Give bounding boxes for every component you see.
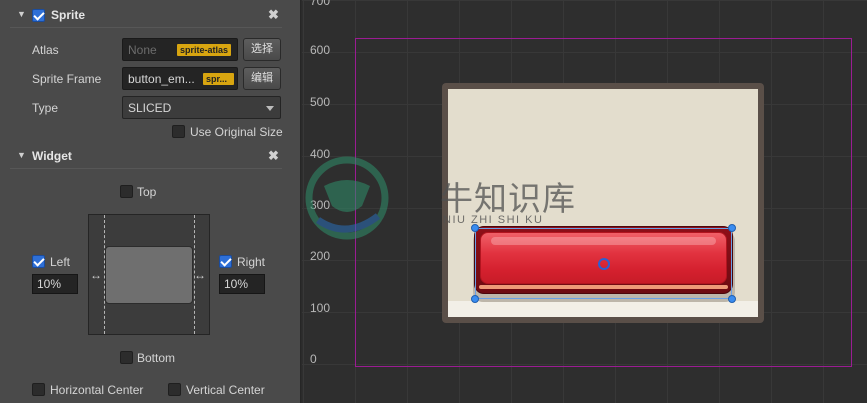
- anchor-point-icon[interactable]: [598, 258, 610, 270]
- vertical-center-checkbox[interactable]: [168, 383, 181, 396]
- y-axis-label: 300: [310, 198, 331, 212]
- atlas-field[interactable]: None sprite-atlas: [122, 38, 238, 61]
- y-axis-label: 700: [310, 0, 331, 8]
- sprite-frame-value: button_em...: [128, 72, 195, 86]
- y-axis-label: 100: [310, 301, 331, 315]
- widget-title: Widget: [32, 149, 72, 163]
- widget-target-box: [105, 246, 193, 304]
- collapse-arrow-icon[interactable]: ▼: [17, 150, 26, 160]
- collapse-arrow-icon[interactable]: ▼: [17, 9, 26, 19]
- sprite-frame-label: Sprite Frame: [32, 72, 102, 86]
- atlas-select-button[interactable]: 选择: [243, 38, 281, 61]
- atlas-type-tag: sprite-atlas: [177, 44, 232, 56]
- use-original-size-label: Use Original Size: [190, 125, 283, 139]
- sprite-frame-type-tag: spr...: [203, 73, 234, 85]
- left-margin-arrow-icon: ↔: [90, 268, 102, 282]
- remove-sprite-icon[interactable]: ✖: [268, 7, 279, 23]
- background-panel-bottom: [448, 301, 758, 317]
- top-checkbox[interactable]: [120, 185, 133, 198]
- widget-alignment-diagram: [88, 214, 210, 335]
- y-axis-label: 500: [310, 95, 331, 109]
- left-label: Left: [50, 255, 71, 269]
- widget-component-header[interactable]: ▼ Widget ✖: [0, 145, 300, 167]
- use-original-size-checkbox[interactable]: [172, 125, 185, 138]
- sprite-frame-field[interactable]: button_em... spr...: [122, 67, 238, 90]
- chevron-down-icon: [266, 106, 274, 111]
- resize-handle-top-left[interactable]: [471, 224, 479, 232]
- sprite-enabled-checkbox[interactable]: [32, 9, 45, 22]
- inspector-panel: ▼ Sprite ✖ Atlas None sprite-atlas 选择 Sp…: [0, 0, 301, 403]
- bottom-checkbox[interactable]: [120, 351, 133, 364]
- resize-handle-bottom-right[interactable]: [728, 295, 736, 303]
- remove-widget-icon[interactable]: ✖: [268, 148, 279, 164]
- type-value: SLICED: [128, 101, 172, 115]
- horizontal-center-checkbox[interactable]: [32, 383, 45, 396]
- bottom-label: Bottom: [137, 351, 176, 365]
- divider: [10, 27, 282, 28]
- right-margin-arrow-icon: ↔: [194, 268, 206, 282]
- sprite-title: Sprite: [51, 8, 86, 22]
- divider: [10, 168, 282, 169]
- type-dropdown[interactable]: SLICED: [122, 96, 281, 119]
- y-axis-label: 600: [310, 43, 331, 57]
- left-checkbox[interactable]: [32, 255, 45, 268]
- y-axis-label: 0: [310, 352, 317, 366]
- right-label: Right: [237, 255, 266, 269]
- sprite-frame-edit-button[interactable]: 编辑: [243, 67, 281, 90]
- top-label: Top: [137, 185, 157, 199]
- y-axis-label: 200: [310, 249, 331, 263]
- type-label: Type: [32, 101, 59, 115]
- atlas-label: Atlas: [32, 43, 59, 57]
- atlas-placeholder: None: [128, 43, 157, 57]
- y-axis-label: 400: [310, 147, 331, 161]
- resize-handle-bottom-left[interactable]: [471, 295, 479, 303]
- resize-handle-top-right[interactable]: [728, 224, 736, 232]
- right-margin-input[interactable]: 10%: [219, 274, 265, 294]
- scene-view[interactable]: 700 600 500 400 300 200 100 0: [302, 0, 867, 403]
- right-checkbox[interactable]: [219, 255, 232, 268]
- horizontal-center-label: Horizontal Center: [50, 383, 144, 397]
- vertical-center-label: Vertical Center: [186, 383, 265, 397]
- sprite-component-header[interactable]: ▼ Sprite ✖: [0, 4, 300, 26]
- left-margin-input[interactable]: 10%: [32, 274, 78, 294]
